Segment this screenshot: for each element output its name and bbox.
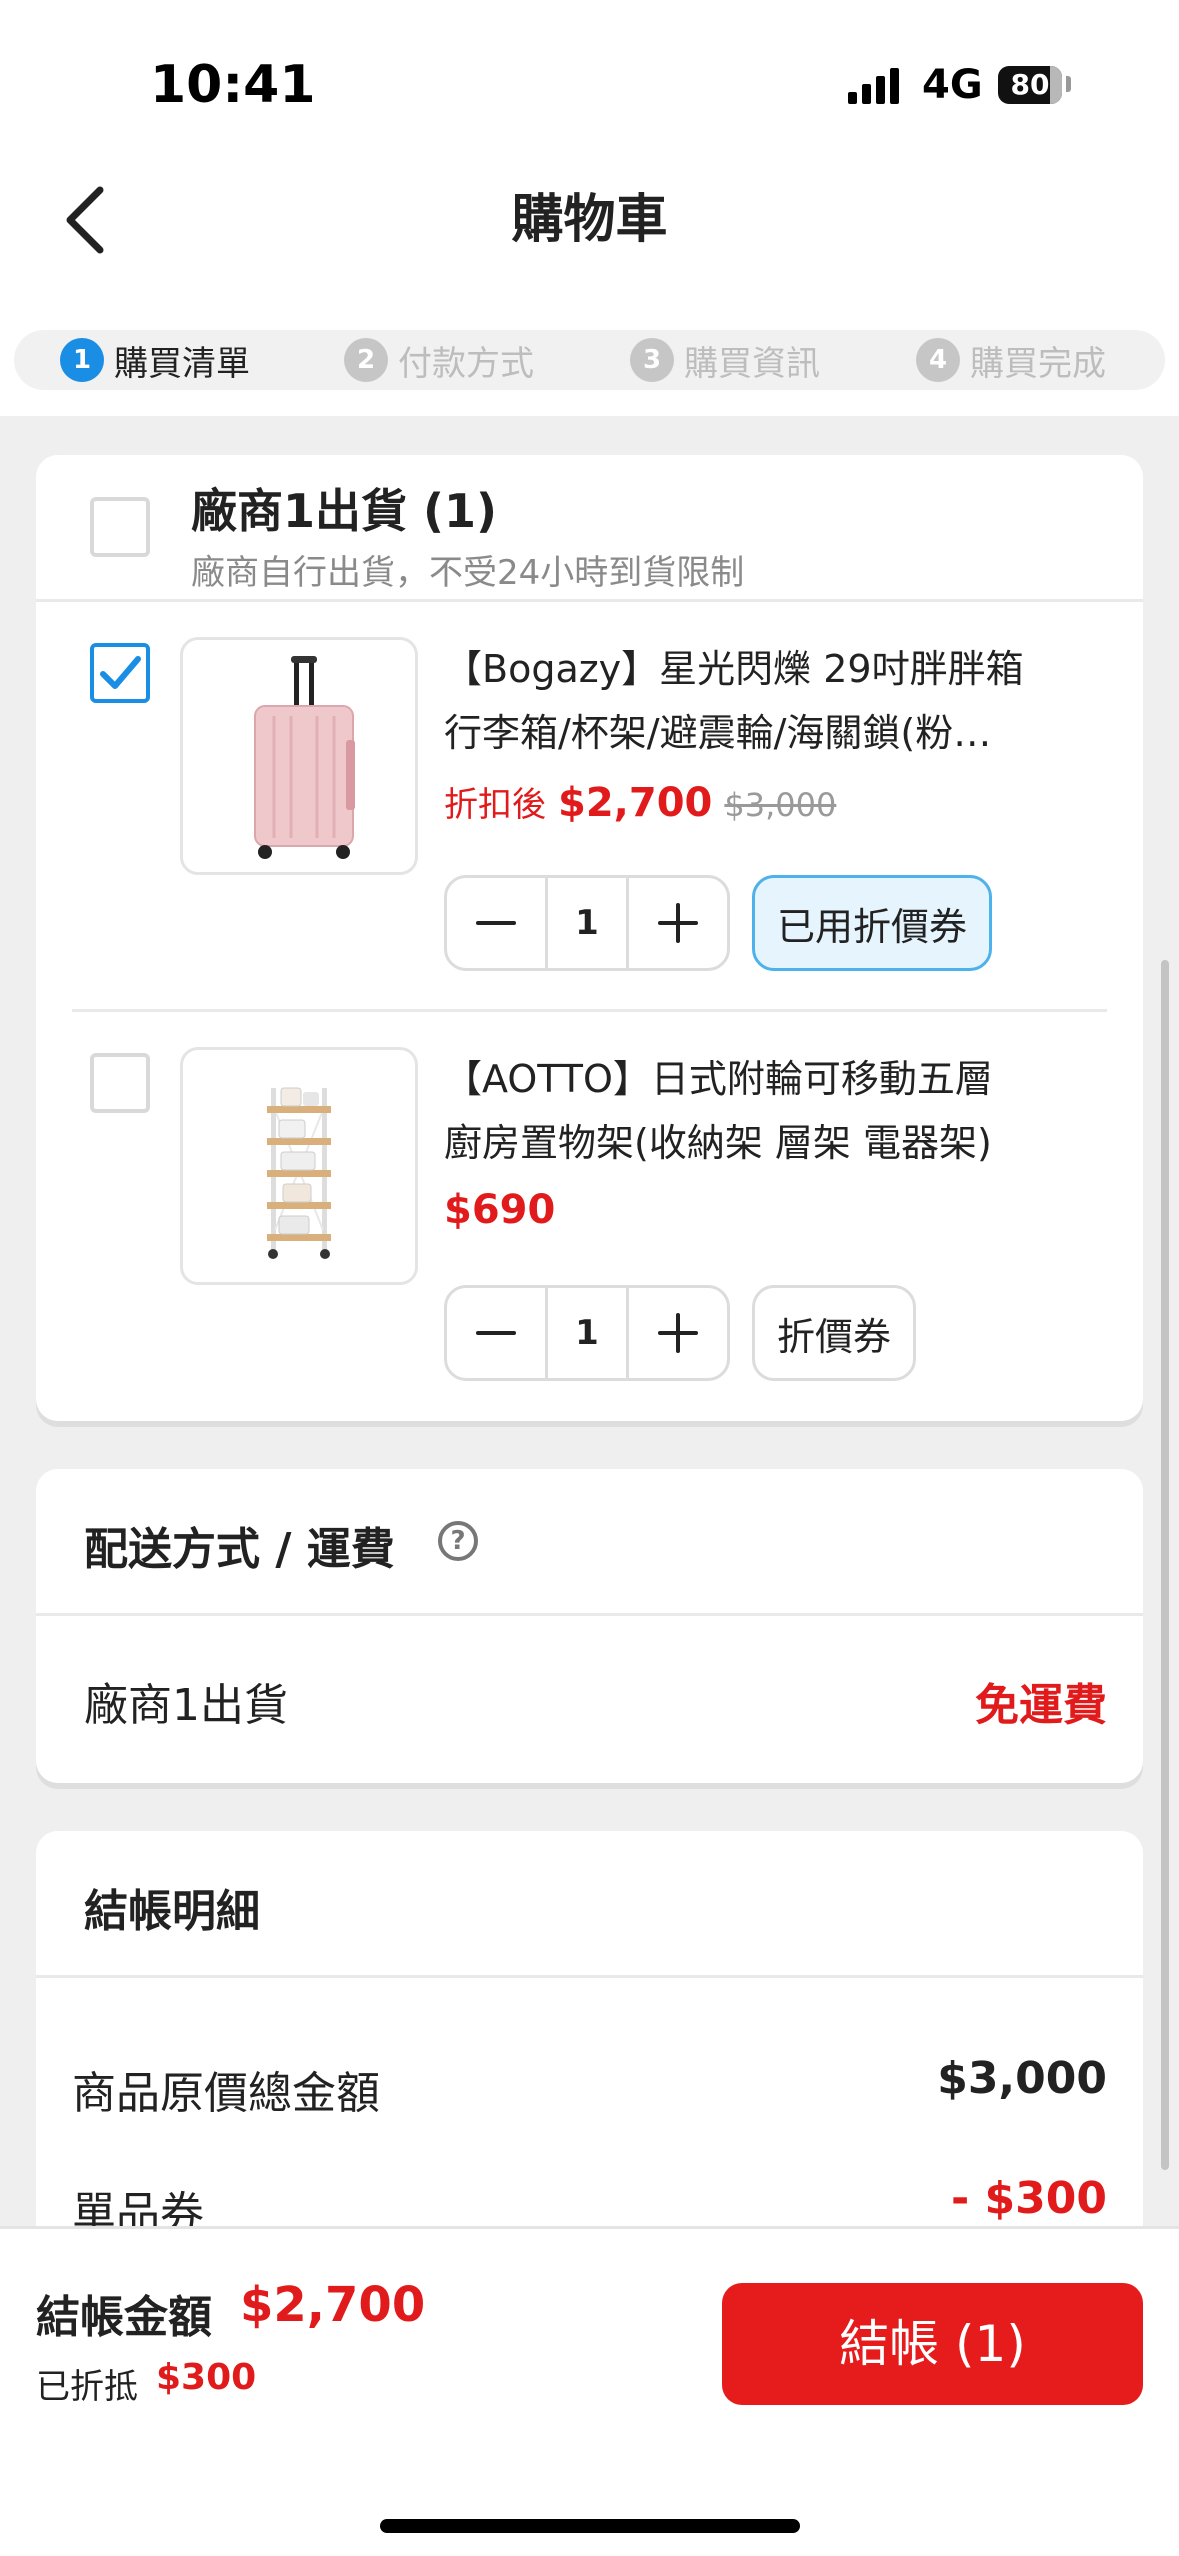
price-row-suitcase: 折扣後 $2,700 $3,000 bbox=[444, 777, 836, 826]
vendor-title: 廠商1出貨 (1) bbox=[191, 484, 498, 538]
total-label: 結帳金額 bbox=[36, 2292, 212, 2343]
product-name-line2: 行李箱/杯架/避震輪/海關鎖(粉… bbox=[444, 711, 992, 755]
chevron-left-icon bbox=[66, 186, 104, 254]
step-3-number: 3 bbox=[630, 338, 674, 382]
summary-row-label: 商品原價總金額 bbox=[72, 2068, 380, 2119]
total-value: $2,700 bbox=[240, 2277, 426, 2333]
step-3: 3 購買資訊 bbox=[630, 338, 820, 384]
summary-divider bbox=[36, 1975, 1143, 1978]
summary-row-value: $3,000 bbox=[937, 2053, 1107, 2104]
coupon-button-shelf[interactable]: 折價券 bbox=[752, 1285, 917, 1381]
price-current: $690 bbox=[444, 1187, 556, 1233]
status-bar: 10:41 4G 80 bbox=[0, 0, 1179, 150]
home-indicator[interactable] bbox=[380, 2519, 800, 2533]
shipping-title: 配送方式 / 運費 bbox=[84, 1524, 395, 1575]
check-icon bbox=[100, 656, 141, 689]
quantity-value[interactable]: 1 bbox=[545, 878, 629, 968]
coupon-button-suitcase[interactable]: 已用折價券 bbox=[752, 875, 993, 971]
battery-tip bbox=[1066, 76, 1071, 92]
shipping-fee: 免運費 bbox=[975, 1680, 1107, 1731]
pink-suitcase-icon bbox=[254, 656, 355, 859]
step-4-number: 4 bbox=[916, 338, 960, 382]
shipping-vendor-label: 廠商1出貨 bbox=[84, 1680, 288, 1731]
quantity-stepper-suitcase: 1 bbox=[444, 875, 730, 971]
status-time: 10:41 bbox=[150, 55, 316, 115]
step-3-label: 購買資訊 bbox=[684, 343, 820, 384]
checkout-steps: 1 購買清單 2 付款方式 3 購買資訊 4 購買完成 bbox=[14, 330, 1165, 390]
scrollbar[interactable] bbox=[1161, 960, 1169, 2170]
item-divider bbox=[72, 1009, 1107, 1012]
quantity-value[interactable]: 1 bbox=[545, 1288, 629, 1378]
step-2-number: 2 bbox=[344, 338, 388, 382]
plus-button[interactable] bbox=[629, 878, 727, 968]
back-button[interactable] bbox=[55, 180, 125, 260]
step-4-label: 購買完成 bbox=[970, 343, 1106, 384]
price-current: $2,700 bbox=[558, 780, 713, 826]
checkout-bar: 結帳金額 $2,700 已折抵 $300 結帳 (1) bbox=[0, 2226, 1179, 2556]
plus-button[interactable] bbox=[629, 1288, 727, 1378]
price-prefix: 折扣後 bbox=[444, 785, 546, 825]
item-checkbox-suitcase[interactable] bbox=[90, 643, 150, 703]
product-name-line1: 【AOTTO】日式附輪可移動五層 bbox=[444, 1057, 993, 1101]
step-1-label: 購買清單 bbox=[114, 343, 250, 384]
product-image-shelf[interactable] bbox=[180, 1047, 418, 1285]
network-type: 4G bbox=[922, 62, 983, 108]
shipping-divider bbox=[36, 1613, 1143, 1616]
vendor-checkbox[interactable] bbox=[90, 497, 150, 557]
product-name-suitcase[interactable]: 【Bogazy】星光閃爍 29吋胖胖箱 行李箱/杯架/避震輪/海關鎖(粉… bbox=[444, 637, 1084, 765]
product-name-shelf[interactable]: 【AOTTO】日式附輪可移動五層 廚房置物架(收納架 層架 電器架) bbox=[444, 1047, 1084, 1175]
price-original: $3,000 bbox=[724, 786, 837, 824]
discount-value: $300 bbox=[156, 2357, 257, 2398]
vendor-cart-card: 廠商1出貨 (1) 廠商自行出貨，不受24小時到貨限制 【Bogazy】星光閃爍… bbox=[36, 455, 1143, 1421]
step-2-label: 付款方式 bbox=[398, 343, 534, 384]
signal-icon bbox=[848, 68, 900, 104]
shipping-card: 配送方式 / 運費 ? 廠商1出貨 免運費 bbox=[36, 1469, 1143, 1783]
step-4: 4 購買完成 bbox=[916, 338, 1106, 384]
battery-level: 80 bbox=[1010, 68, 1050, 101]
help-icon[interactable]: ? bbox=[438, 1521, 478, 1561]
checkout-button[interactable]: 結帳 (1) bbox=[722, 2283, 1143, 2405]
price-row-shelf: $690 bbox=[444, 1187, 567, 1233]
minus-button[interactable] bbox=[447, 878, 545, 968]
vendor-subtitle: 廠商自行出貨，不受24小時到貨限制 bbox=[191, 553, 745, 593]
minus-button[interactable] bbox=[447, 1288, 545, 1378]
item-checkbox-shelf[interactable] bbox=[90, 1053, 150, 1113]
quantity-stepper-shelf: 1 bbox=[444, 1285, 730, 1381]
step-2: 2 付款方式 bbox=[344, 338, 534, 384]
summary-row-value: - $300 bbox=[950, 2173, 1107, 2224]
battery-icon: 80 bbox=[998, 66, 1062, 104]
shelf-rack-icon bbox=[267, 1087, 331, 1259]
summary-title: 結帳明細 bbox=[84, 1886, 260, 1937]
step-1-number: 1 bbox=[60, 338, 104, 382]
product-name-line2: 廚房置物架(收納架 層架 電器架) bbox=[444, 1121, 992, 1165]
discount-label: 已折抵 bbox=[36, 2367, 138, 2407]
summary-card: 結帳明細 商品原價總金額 $3,000 單品券 - $300 bbox=[36, 1831, 1143, 2251]
top-header-area: 10:41 4G 80 購物車 1 購買清單 2 付款方式 3 購買資訊 4 購… bbox=[0, 0, 1179, 416]
product-image-suitcase[interactable] bbox=[180, 637, 418, 875]
vendor-divider bbox=[36, 599, 1143, 602]
step-1: 1 購買清單 bbox=[60, 338, 250, 384]
product-name-line1: 【Bogazy】星光閃爍 29吋胖胖箱 bbox=[444, 647, 1024, 691]
nav-bar: 購物車 bbox=[0, 150, 1179, 290]
page-title: 購物車 bbox=[511, 190, 668, 250]
